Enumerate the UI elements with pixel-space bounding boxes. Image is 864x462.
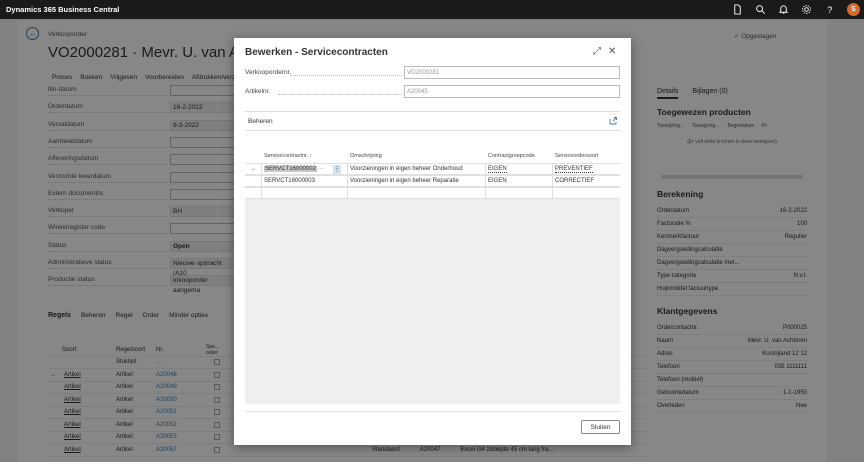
dialog-title: Bewerken - Servicecontracten bbox=[245, 47, 388, 58]
document-icon[interactable] bbox=[732, 4, 743, 15]
beheren-button[interactable]: Beheren bbox=[248, 118, 273, 125]
cell-contract-no-value: SERVCT16000002 bbox=[264, 166, 317, 172]
row-arrow-icon: → bbox=[250, 166, 256, 172]
service-contracts-grid: Servicecontractnr. ↑ Omschrijving Contra… bbox=[245, 148, 620, 404]
grid-line bbox=[261, 163, 262, 199]
edit-service-contracts-dialog: Bewerken - Servicecontracten ⤢ ✕ Verkoop… bbox=[234, 38, 631, 445]
row-menu-icon[interactable]: ⋮ bbox=[333, 165, 341, 174]
field-dots bbox=[290, 69, 402, 76]
footer-separator bbox=[245, 411, 620, 412]
search-icon[interactable] bbox=[755, 4, 766, 15]
field-label-order-no: Verkoopordernr. bbox=[245, 69, 292, 76]
top-bar: Dynamics 365 Business Central ? S bbox=[0, 0, 864, 19]
col-description[interactable]: Omschrijving bbox=[350, 153, 382, 159]
table-row[interactable]: SERVCT16000003 Voorzieningen in eigen be… bbox=[245, 175, 620, 187]
user-avatar[interactable]: S bbox=[847, 3, 860, 16]
bell-icon[interactable] bbox=[778, 4, 789, 15]
separator bbox=[245, 130, 620, 131]
item-no-field[interactable]: A20045 bbox=[404, 85, 620, 98]
field-dots bbox=[278, 88, 402, 95]
col-order-type[interactable]: Serviceordersoort bbox=[555, 153, 598, 159]
field-label-item-no: Artikelnr. bbox=[245, 88, 271, 95]
cell-description[interactable]: Voorzieningen in eigen beheer Onderhoud bbox=[350, 164, 463, 175]
table-row-empty[interactable] bbox=[245, 187, 620, 199]
grid-line bbox=[552, 163, 553, 199]
cell-order-type[interactable]: CORRECTIEF bbox=[555, 176, 594, 187]
top-bar-icons: ? S bbox=[732, 3, 860, 16]
grid-line bbox=[485, 163, 486, 199]
cell-contract-no[interactable]: SERVCT16000002 bbox=[264, 164, 317, 175]
cell-group-code[interactable]: EIGEN bbox=[488, 164, 507, 173]
grid-header: Servicecontractnr. ↑ Omschrijving Contra… bbox=[245, 148, 620, 163]
gear-icon[interactable] bbox=[801, 4, 812, 15]
cell-contract-no[interactable]: SERVCT16000003 bbox=[264, 176, 315, 187]
svg-text:?: ? bbox=[827, 5, 832, 15]
separator bbox=[245, 111, 620, 112]
close-icon[interactable]: ✕ bbox=[608, 46, 616, 57]
share-icon[interactable] bbox=[608, 116, 618, 126]
order-no-field[interactable]: VO2000281 bbox=[404, 66, 620, 79]
col-group-code[interactable]: Contractgroepcode bbox=[488, 153, 535, 159]
cell-order-type[interactable]: PREVENTIEF bbox=[555, 164, 593, 173]
expand-icon[interactable]: ⤢ bbox=[593, 46, 601, 57]
cell-group-code[interactable]: EIGEN bbox=[488, 176, 507, 187]
help-icon[interactable]: ? bbox=[824, 4, 835, 15]
col-contract-no[interactable]: Servicecontractnr. ↑ bbox=[264, 153, 312, 159]
table-row[interactable]: → SERVCT16000002 ··· ⋮ Voorzieningen in … bbox=[245, 163, 620, 175]
cell-description[interactable]: Voorzieningen in eigen beheer Reparatie bbox=[350, 176, 459, 187]
grid-line bbox=[347, 163, 348, 199]
app-title: Dynamics 365 Business Central bbox=[6, 5, 120, 14]
close-button[interactable]: Sluiten bbox=[581, 420, 620, 434]
cell-more-icon[interactable]: ··· bbox=[318, 164, 324, 175]
